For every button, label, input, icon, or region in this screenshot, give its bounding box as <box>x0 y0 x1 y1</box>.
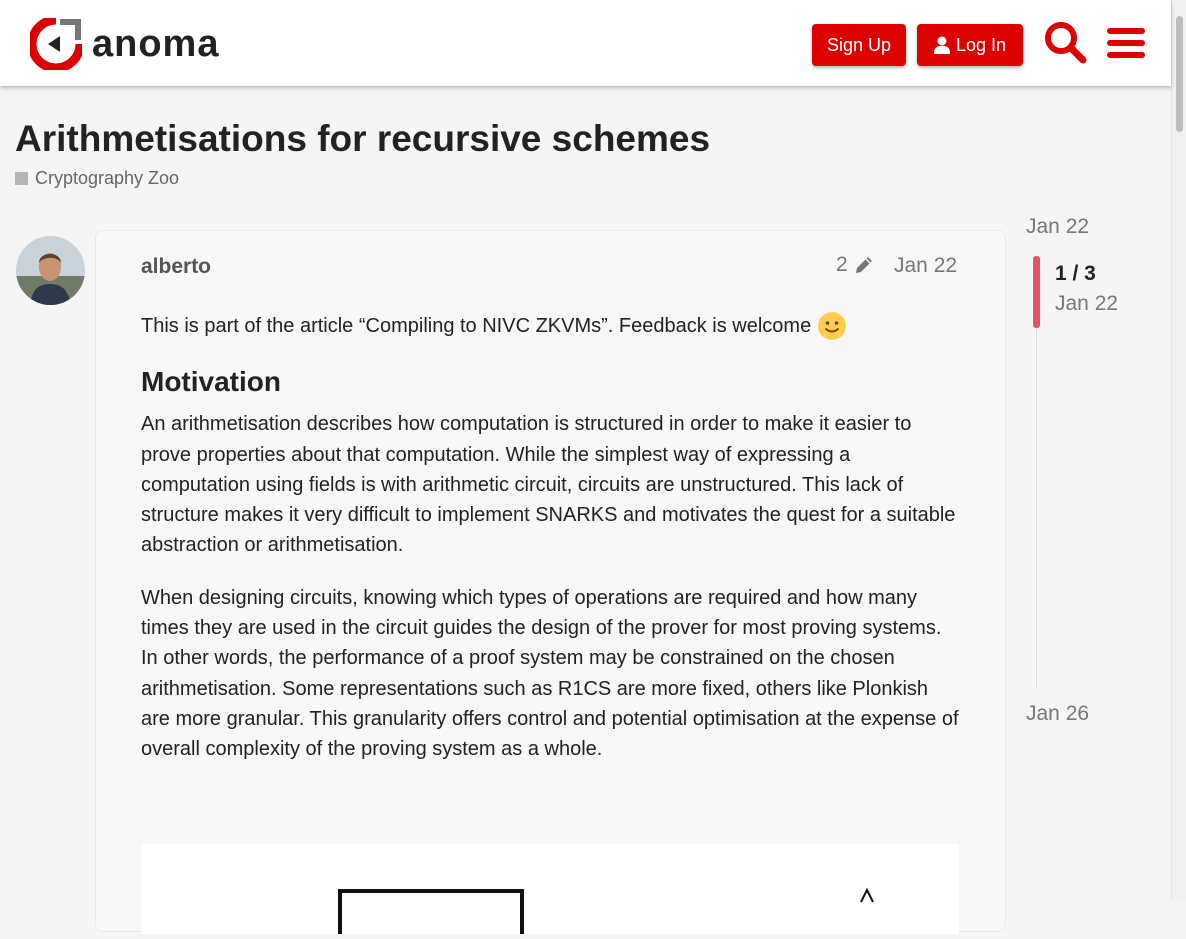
search-icon[interactable] <box>1043 20 1087 66</box>
user-icon <box>933 36 950 54</box>
page-scrollbar[interactable] <box>1171 0 1186 900</box>
login-button[interactable]: Log In <box>917 24 1023 66</box>
diagram-preview <box>338 887 874 939</box>
edit-count: 2 <box>836 253 848 276</box>
timeline-scroll-handle[interactable] <box>1033 256 1040 328</box>
signup-button[interactable]: Sign Up <box>812 24 906 66</box>
post-body: This is part of the article “Compiling t… <box>141 311 961 765</box>
diagram-image[interactable] <box>141 844 959 939</box>
timeline-position-date: Jan 22 <box>1055 292 1119 315</box>
intro-text: This is part of the article “Compiling t… <box>141 315 812 337</box>
post-card: alberto 2 Jan 22 This is part of the art… <box>95 230 1006 939</box>
category-label: Cryptography Zoo <box>35 168 180 188</box>
timeline-position: 1 / 3 <box>1055 262 1096 285</box>
timeline-end-date[interactable]: Jan 26 <box>1026 702 1089 726</box>
slightly-smiling-face-icon <box>818 312 847 341</box>
topic-title[interactable]: Arithmetisations for recursive schemes <box>15 118 710 160</box>
user-photo <box>16 236 85 305</box>
site-header: anoma Sign Up Log In <box>0 0 1171 86</box>
avatar[interactable] <box>16 236 85 305</box>
site-logo[interactable]: anoma <box>30 18 219 70</box>
post-paragraph: When designing circuits, knowing which t… <box>141 586 959 761</box>
anoma-logo-icon <box>30 18 82 70</box>
post-date[interactable]: Jan 22 <box>894 254 957 278</box>
post-paragraph: An arithmetisation describes how computa… <box>141 413 956 557</box>
category-color-swatch <box>15 172 28 185</box>
timeline-start-date[interactable]: Jan 22 <box>1026 215 1089 239</box>
post-username[interactable]: alberto <box>141 255 211 279</box>
pencil-icon <box>855 257 872 273</box>
post-intro: This is part of the article “Compiling t… <box>141 311 961 341</box>
login-label: Log In <box>955 34 1007 55</box>
signup-label: Sign Up <box>826 34 892 55</box>
logo-wordmark: anoma <box>92 22 220 65</box>
edit-history-indicator[interactable]: 2 <box>836 253 874 277</box>
scrollbar-thumb[interactable] <box>1176 16 1183 132</box>
category-badge[interactable]: Cryptography Zoo <box>15 168 179 189</box>
hamburger-menu-icon[interactable] <box>1105 20 1149 66</box>
section-heading: Motivation <box>141 366 281 398</box>
